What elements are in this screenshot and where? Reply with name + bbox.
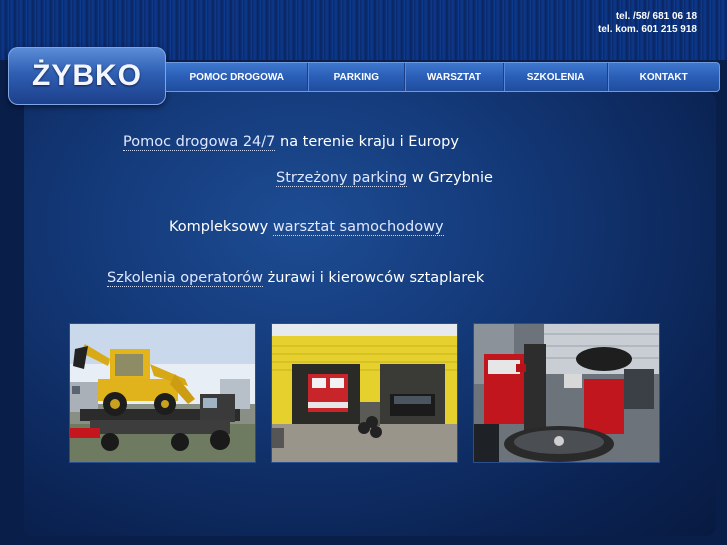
photo-tow-truck[interactable] xyxy=(69,323,256,463)
workshop-link[interactable]: warsztat samochodowy xyxy=(272,219,444,236)
service-line-towing: Pomoc drogowa 24/7 na terenie kraju i Eu… xyxy=(123,134,459,151)
contact-phones: tel. /58/ 681 06 18 tel. kom. 601 215 91… xyxy=(598,10,697,36)
logo[interactable]: ŻYBKO xyxy=(8,47,166,105)
nav-item-pomoc-drogowa[interactable]: POMOC DROGOWA xyxy=(166,63,309,91)
parking-text: w Grzybnie xyxy=(407,170,493,186)
nav-item-warsztat[interactable]: WARSZTAT xyxy=(405,63,504,91)
photo-garage[interactable] xyxy=(271,323,458,463)
mobile-number: tel. kom. 601 215 918 xyxy=(598,24,697,35)
logo-text: ŻYBKO xyxy=(32,59,142,92)
nav-item-parking[interactable]: PARKING xyxy=(308,63,406,91)
nav-item-kontakt[interactable]: KONTAKT xyxy=(608,63,719,91)
nav-item-szkolenia[interactable]: SZKOLENIA xyxy=(504,63,609,91)
garage-image xyxy=(272,324,457,462)
main-navigation: POMOC DROGOWA PARKING WARSZTAT SZKOLENIA… xyxy=(166,62,720,92)
training-link[interactable]: Szkolenia operatorów xyxy=(107,270,264,287)
parking-link[interactable]: Strzeżony parking xyxy=(276,170,408,187)
training-text: żurawi i kierowców sztaplarek xyxy=(263,270,485,286)
photo-tire-service[interactable] xyxy=(473,323,660,463)
tire-service-image xyxy=(474,324,659,462)
phone-number: tel. /58/ 681 06 18 xyxy=(615,11,697,22)
service-line-parking: Strzeżony parking w Grzybnie xyxy=(276,170,493,187)
workshop-text: Kompleksowy xyxy=(169,219,273,235)
towing-link[interactable]: Pomoc drogowa 24/7 xyxy=(123,134,276,151)
tow-truck-image xyxy=(70,324,255,462)
content-panel xyxy=(24,92,716,536)
service-line-workshop: Kompleksowy warsztat samochodowy xyxy=(169,219,444,236)
service-line-training: Szkolenia operatorów żurawi i kierowców … xyxy=(107,270,485,287)
towing-text: na terenie kraju i Europy xyxy=(275,134,459,150)
